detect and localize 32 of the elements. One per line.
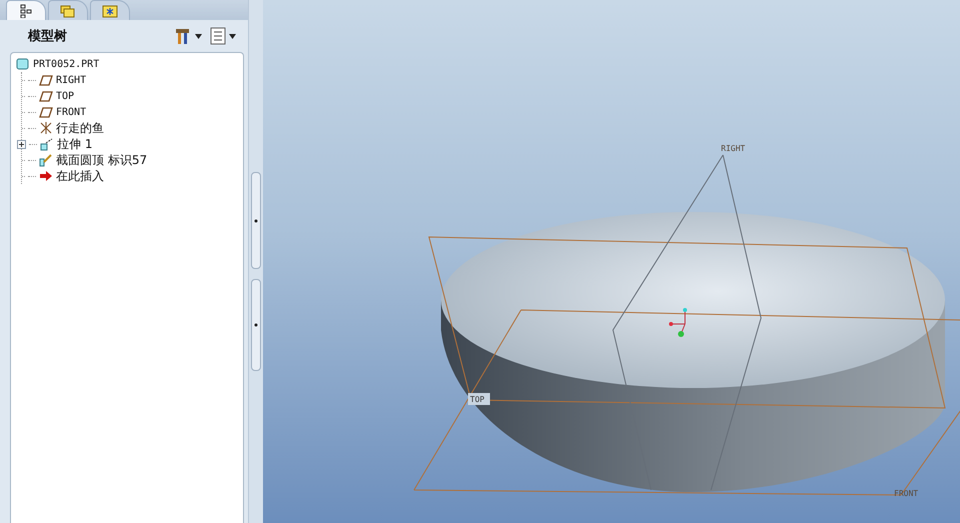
- extrude-icon: [40, 137, 54, 151]
- splitter-handle[interactable]: [251, 279, 261, 371]
- tree-item[interactable]: 行走的鱼: [56, 120, 104, 136]
- tree-item[interactable]: FRONT: [56, 106, 86, 118]
- plane-icon: [39, 73, 53, 87]
- splitter-handle[interactable]: [251, 172, 261, 269]
- list-icon: [210, 27, 226, 45]
- caret-icon: [195, 34, 202, 38]
- folders-icon: [60, 4, 76, 18]
- plane-icon: [39, 105, 53, 119]
- cube-icon: [16, 57, 30, 71]
- plane-label: FRONT: [894, 489, 918, 498]
- axes-icon: [39, 121, 53, 135]
- caret-icon: [229, 34, 236, 38]
- tree-icon: [19, 4, 33, 18]
- tree-item[interactable]: 在此插入: [56, 168, 104, 184]
- expand-icon[interactable]: [17, 140, 26, 148]
- plane-label: TOP: [468, 393, 490, 405]
- tree-item[interactable]: 截面圆顶 标识57: [56, 152, 148, 168]
- tools-icon: [174, 27, 192, 45]
- arrow-icon: [39, 169, 53, 183]
- navigator-tab[interactable]: [6, 0, 46, 20]
- tree-item[interactable]: RIGHT: [56, 74, 86, 86]
- tree-item[interactable]: TOP: [56, 90, 74, 102]
- panel-title: 模型树: [28, 28, 68, 45]
- tree-item[interactable]: 拉伸 1: [57, 136, 92, 152]
- folder-icon: [102, 4, 118, 18]
- plane-label: RIGHT: [721, 144, 746, 153]
- brush-icon: [39, 153, 53, 167]
- tree-item[interactable]: PRT0052.PRT: [16, 56, 238, 72]
- plane-icon: [39, 89, 53, 103]
- axis-triad-icon: [669, 308, 687, 337]
